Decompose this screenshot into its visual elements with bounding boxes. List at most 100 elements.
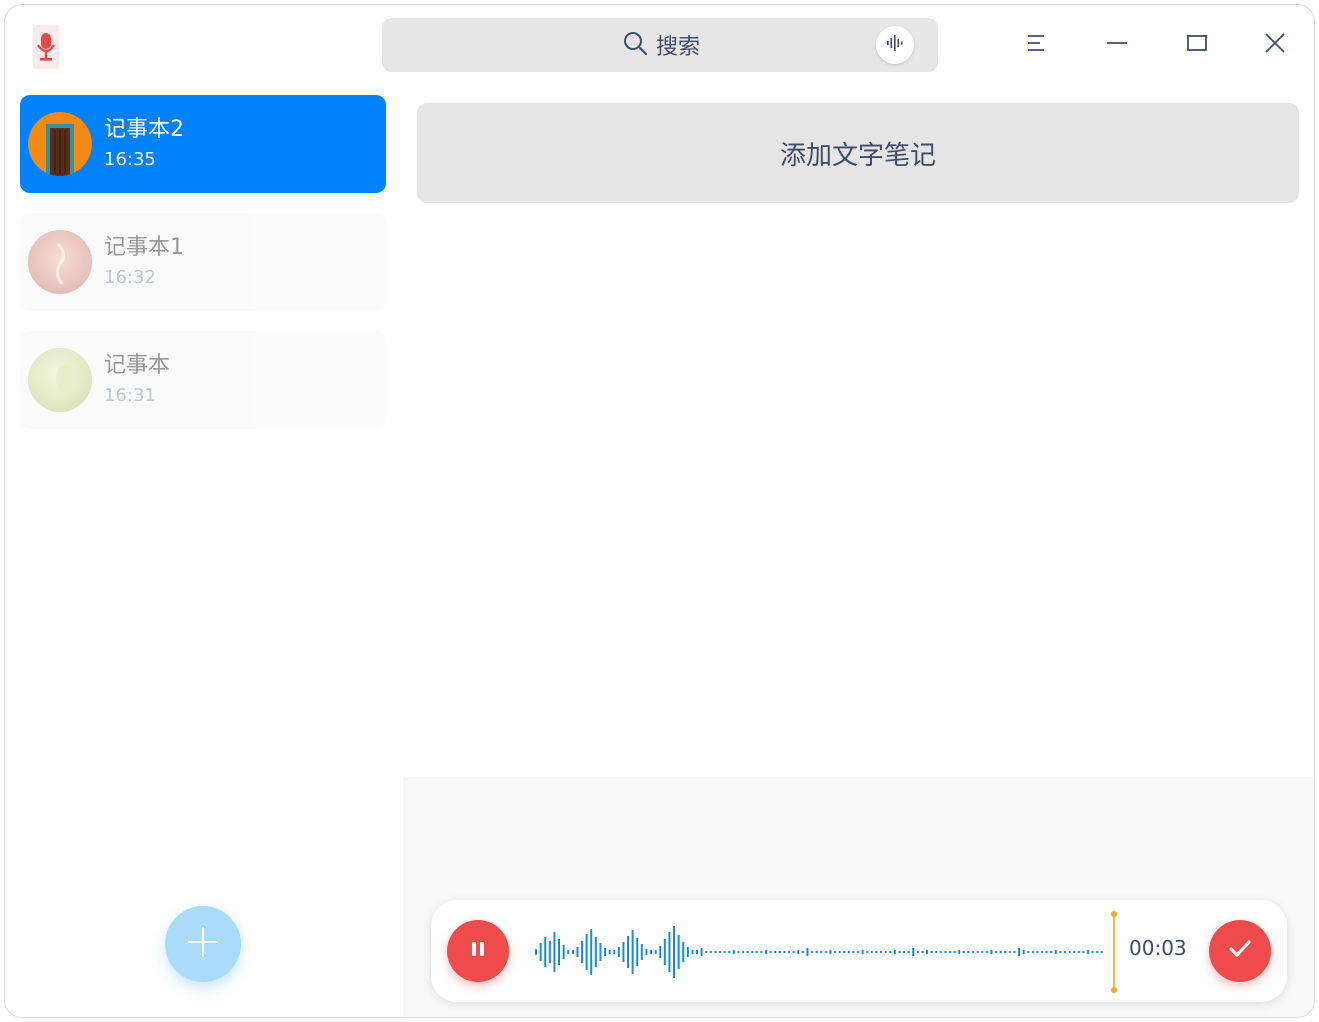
waveform-bar <box>636 938 639 966</box>
waveform-bar <box>571 950 574 954</box>
pause-recording-button[interactable] <box>447 920 509 982</box>
waveform-bar <box>1027 951 1030 953</box>
waveform-bar <box>755 951 758 953</box>
recording-bar: 00:03 <box>431 900 1287 1002</box>
notebook-item[interactable]: 记事本 16:31 <box>20 331 386 429</box>
waveform-bar <box>604 948 606 956</box>
waveform-bar <box>893 950 896 954</box>
waveform-bar <box>617 947 620 957</box>
voice-search-button[interactable] <box>876 26 914 64</box>
waveform-bar <box>801 951 804 953</box>
titlebar: 搜索 <box>5 5 1314 85</box>
waveform-bar <box>590 929 593 975</box>
waveform-bar <box>714 951 717 953</box>
waveform-bar <box>962 951 965 953</box>
waveform-bar <box>723 951 726 953</box>
waveform-bar <box>847 951 850 953</box>
waveform-bar <box>976 951 979 953</box>
waveform-bar <box>1096 951 1099 953</box>
waveform-bar <box>1064 951 1066 953</box>
notebook-item[interactable]: 记事本1 16:32 <box>20 213 386 311</box>
waveform-bar <box>1059 951 1062 953</box>
waveform-bar <box>548 941 551 963</box>
waveform-bar <box>1082 951 1085 953</box>
waveform-bar <box>1036 951 1039 953</box>
audio-waveform <box>535 911 1117 993</box>
notebook-avatar <box>28 112 92 176</box>
search-icon <box>622 30 648 60</box>
playhead-cursor[interactable] <box>1111 911 1117 993</box>
waveform-bar <box>622 942 625 962</box>
waveform-bar <box>843 951 846 953</box>
waveform-bar <box>1013 951 1016 953</box>
menu-icon <box>1026 33 1046 57</box>
waveform-bar <box>627 936 629 968</box>
notebook-sidebar: 记事本2 16:35 记事本1 16:32 记事本 16:31 <box>5 85 403 1017</box>
menu-button[interactable] <box>1016 25 1056 65</box>
waveform-bar <box>861 950 864 954</box>
waveform-bar <box>1073 951 1076 953</box>
maximize-button[interactable] <box>1177 25 1217 65</box>
check-icon <box>1228 939 1252 963</box>
waveform-bar <box>668 932 671 972</box>
waveform-bar <box>783 951 786 953</box>
app-window: 搜索 记事本2 16:35 记事本1 16:32 记事本 16:31 添加文字笔… <box>4 4 1315 1018</box>
finish-recording-button[interactable] <box>1209 920 1271 982</box>
close-button[interactable] <box>1255 25 1295 65</box>
notebook-name: 记事本2 <box>104 117 184 142</box>
waveform-bar <box>553 932 556 972</box>
waveform-bar <box>903 951 905 953</box>
waveform-bar <box>898 951 901 953</box>
waveform-bar <box>792 951 795 953</box>
minimize-button[interactable] <box>1097 25 1137 65</box>
waveform-bar <box>1091 951 1094 953</box>
waveform-bar <box>1008 951 1011 953</box>
notebook-name: 记事本1 <box>104 235 184 260</box>
waveform-bar <box>1031 951 1034 953</box>
waveform-bar <box>857 951 859 953</box>
search-field[interactable]: 搜索 <box>622 18 700 72</box>
add-notebook-button[interactable] <box>165 906 241 982</box>
waveform-bar <box>967 951 970 953</box>
notebook-avatar <box>28 230 92 294</box>
waveform-bar <box>581 941 583 963</box>
waveform-bar <box>788 951 790 953</box>
recording-time: 00:03 <box>1129 936 1187 960</box>
waveform-bar <box>691 950 694 954</box>
notebook-name: 记事本 <box>104 353 171 378</box>
waveform-bar <box>567 950 570 954</box>
add-text-note-label: 添加文字笔记 <box>779 140 936 171</box>
waveform-bar <box>576 947 579 957</box>
notebook-time: 16:31 <box>104 385 156 406</box>
waveform-bar <box>972 951 974 953</box>
waveform-bar <box>1054 950 1057 954</box>
waveform-bar <box>654 950 657 954</box>
waveform-bar <box>645 949 648 955</box>
waveform-bar <box>608 950 611 954</box>
waveform-bar <box>930 951 933 953</box>
waveform-bar <box>797 950 800 954</box>
search-bar[interactable]: 搜索 <box>382 18 938 72</box>
search-placeholder: 搜索 <box>656 35 701 60</box>
waveform-bar <box>1077 951 1080 953</box>
pause-icon <box>468 939 488 963</box>
waveform-bar <box>1050 951 1053 953</box>
waveform-bar <box>935 951 938 953</box>
waveform-bar <box>1087 950 1089 954</box>
waveform-bar <box>765 950 767 954</box>
waveform-bar <box>544 937 547 967</box>
waveform-bar <box>696 950 698 954</box>
waveform-bar <box>981 951 984 953</box>
waveform-bar <box>769 951 772 953</box>
waveform-bar <box>916 951 919 953</box>
waveform-bar <box>939 951 942 953</box>
voice-wave-icon <box>886 35 904 55</box>
add-text-note-button[interactable]: 添加文字笔记 <box>417 103 1299 203</box>
waveform-bar <box>820 951 823 953</box>
waveform-bar <box>728 951 731 953</box>
waveform-bar <box>944 951 947 953</box>
notebook-item[interactable]: 记事本2 16:35 <box>20 95 386 193</box>
waveform-bar <box>1100 951 1103 953</box>
waveform-bar <box>806 948 809 956</box>
waveform-bar <box>1004 951 1007 953</box>
